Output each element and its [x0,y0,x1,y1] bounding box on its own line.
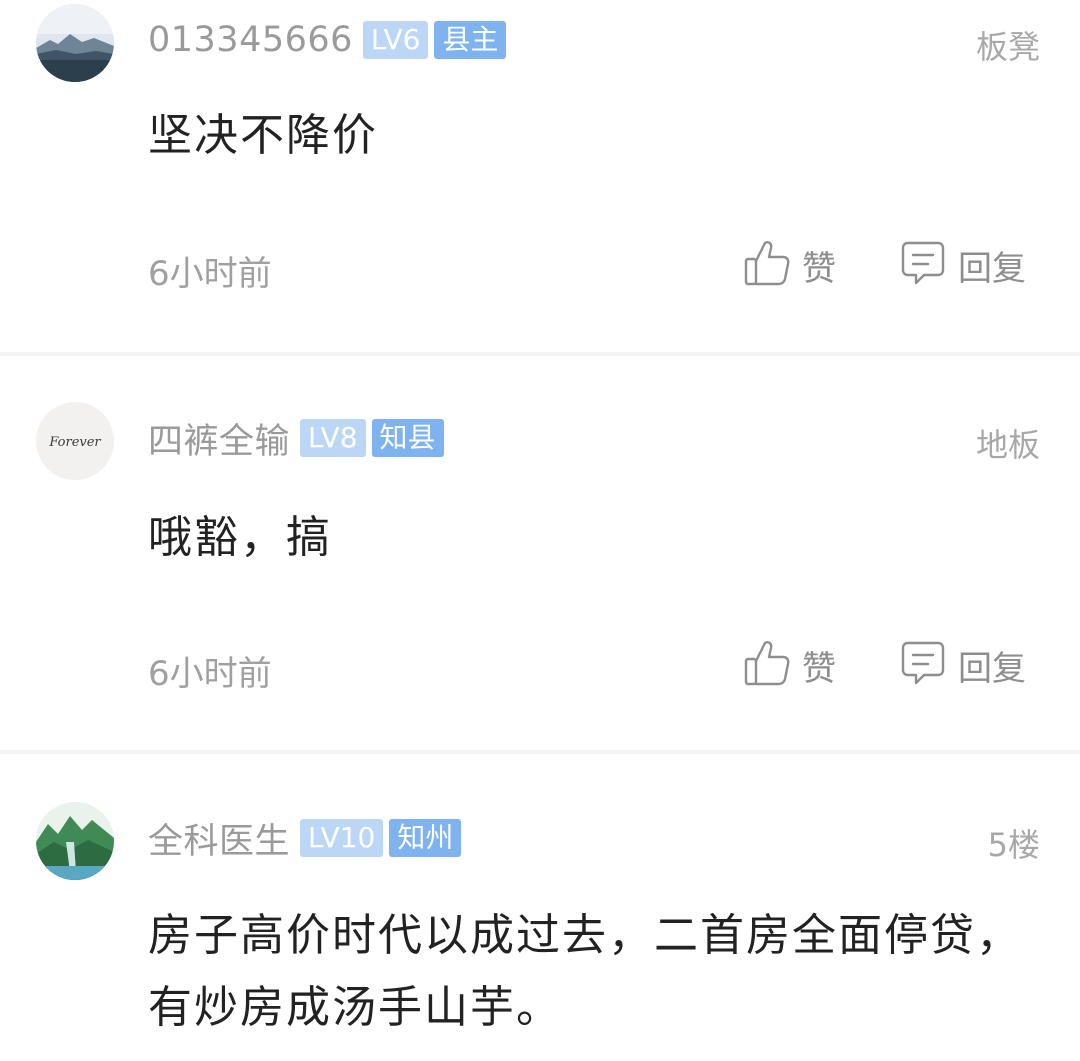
floor-label: 地板 [975,426,1040,464]
comment-item: Forever 四裤全输 LV8 知县 地板 哦豁，搞 6小时前 赞 回复 [0,356,1080,750]
comment-text: 哦豁，搞 [148,512,332,563]
landscape-avatar-image [36,4,114,82]
comment-item: 013345666 LV6 县主 板凳 坚决不降价 6小时前 赞 回复 [0,0,1080,352]
reply-label: 回复 [958,648,1026,689]
avatar-text: Forever [48,435,101,450]
avatar[interactable] [36,802,114,880]
user-line: 四裤全输 LV8 知县 [148,418,450,462]
comment-text: 房子高价时代以成过去，二首房全面停贷，有炒房成汤手山芋。 [148,910,1022,1033]
comment-bubble-icon [900,239,946,291]
like-label: 赞 [802,248,836,289]
timestamp: 6小时前 [148,654,272,694]
reply-button[interactable]: 回复 [900,640,1026,690]
avatar[interactable]: Forever [36,402,114,480]
avatar[interactable] [36,4,114,82]
comment-item: 全科医生 LV10 知州 5楼 房子高价时代以成过去，二首房全面停贷，有炒房成汤… [0,754,1080,1061]
like-button[interactable]: 赞 [744,240,836,290]
comment-footer: 6小时前 赞 回复 [148,640,1040,694]
username[interactable]: 四裤全输 [148,413,290,464]
comment-text: 坚决不降价 [148,110,378,161]
level-badge: LV8 [300,419,366,457]
thumbs-up-icon [744,239,790,291]
like-label: 赞 [802,648,836,689]
user-line: 全科医生 LV10 知州 [148,818,467,862]
user-line: 013345666 LV6 县主 [148,20,512,60]
level-badge: LV6 [362,21,429,59]
floor-label: 5楼 [987,826,1040,864]
forever-avatar-image: Forever [36,402,114,480]
thumbs-up-icon [744,639,790,691]
mountain-avatar-image [36,802,114,880]
like-button[interactable]: 赞 [744,640,836,690]
reply-button[interactable]: 回复 [900,240,1026,290]
comment-footer: 6小时前 赞 回复 [148,240,1040,294]
username[interactable]: 013345666 [148,20,353,60]
reply-label: 回复 [958,248,1026,289]
floor-label: 板凳 [975,28,1040,66]
rank-badge: 知县 [371,419,444,457]
timestamp: 6小时前 [148,254,272,294]
rank-badge: 知州 [389,819,462,857]
comment-bubble-icon [900,639,946,691]
level-badge: LV10 [300,819,384,857]
username[interactable]: 全科医生 [148,813,290,864]
rank-badge: 县主 [434,21,507,59]
